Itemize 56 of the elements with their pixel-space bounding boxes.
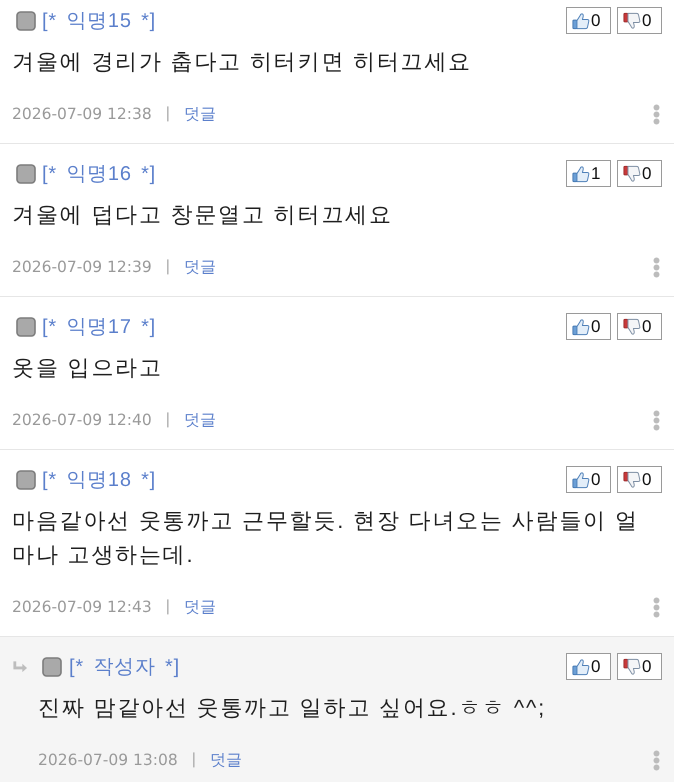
more-icon[interactable] <box>653 750 660 770</box>
dislike-button[interactable]: 0 <box>617 466 662 493</box>
dislike-button[interactable]: 0 <box>617 7 662 34</box>
like-button[interactable]: 0 <box>566 653 611 680</box>
thumbs-up-icon <box>572 12 590 30</box>
thumbs-down-icon <box>623 12 641 30</box>
more-icon[interactable] <box>653 104 660 124</box>
comment-date: 2026-07-09 12:38 <box>12 105 152 123</box>
comment-date: 2026-07-09 12:40 <box>12 411 152 429</box>
thumbs-up-icon <box>572 164 590 182</box>
author-name: [* 익명17 *] <box>42 314 156 340</box>
reply-link[interactable]: 덧글 <box>184 256 216 278</box>
comment-date: 2026-07-09 13:08 <box>38 751 178 769</box>
separator-text: | <box>166 598 170 616</box>
avatar-icon <box>16 10 36 30</box>
dislike-button[interactable]: 0 <box>617 653 662 680</box>
avatar-icon <box>42 656 62 676</box>
comment-text: 겨울에 경리가 춥다고 히터키면 히터끄세요 <box>12 48 474 76</box>
author-name: [* 익명16 *] <box>42 162 156 186</box>
more-icon[interactable] <box>653 256 660 278</box>
thumbs-up-icon <box>572 658 590 676</box>
reply-link[interactable]: 덧글 <box>184 596 216 618</box>
avatar-icon <box>16 164 36 184</box>
reply-link[interactable]: 덧글 <box>184 410 216 430</box>
thumbs-up-icon <box>572 470 590 488</box>
avatar-icon <box>16 470 36 490</box>
like-button[interactable]: 0 <box>566 466 611 493</box>
author-name: [* 작성자 *] <box>69 654 180 680</box>
like-button[interactable]: 0 <box>566 313 611 340</box>
comment-text: 옷을 입으라고 <box>12 354 164 382</box>
dislike-button[interactable]: 0 <box>617 313 662 340</box>
comment-date: 2026-07-09 12:39 <box>12 258 152 276</box>
more-icon[interactable] <box>653 596 660 618</box>
author-name: [* 익명15 *] <box>42 8 156 34</box>
avatar-icon <box>16 316 36 336</box>
separator-text: | <box>166 258 170 276</box>
thumbs-up-icon <box>572 318 590 336</box>
comment-text: 진짜 맘같아선 웃통까고 일하고 싶어요.ㅎㅎ ^^; <box>38 694 548 722</box>
like-button[interactable]: 0 <box>566 7 611 34</box>
thumbs-down-icon <box>623 658 641 676</box>
thumbs-down-icon <box>623 164 641 182</box>
thumbs-down-icon <box>623 318 641 336</box>
separator-text: | <box>192 751 196 769</box>
reply-arrow-icon <box>12 660 28 674</box>
comment-text: 마음같아선 웃통까고 근무할듯. 현장 다녀오는 사람들이 얼마나 고생하는데. <box>12 507 640 569</box>
comment-text: 겨울에 덥다고 창문열고 히터끄세요 <box>12 201 394 229</box>
comment-date: 2026-07-09 12:43 <box>12 598 152 616</box>
dislike-button[interactable]: 0 <box>617 160 662 187</box>
thumbs-down-icon <box>623 470 641 488</box>
separator-text: | <box>166 105 170 123</box>
author-name: [* 익명18 *] <box>42 468 156 492</box>
reply-link[interactable]: 덧글 <box>184 104 216 124</box>
like-button[interactable]: 1 <box>566 160 611 187</box>
reply-link[interactable]: 덧글 <box>210 750 242 770</box>
separator-text: | <box>166 411 170 429</box>
more-icon[interactable] <box>653 410 660 430</box>
